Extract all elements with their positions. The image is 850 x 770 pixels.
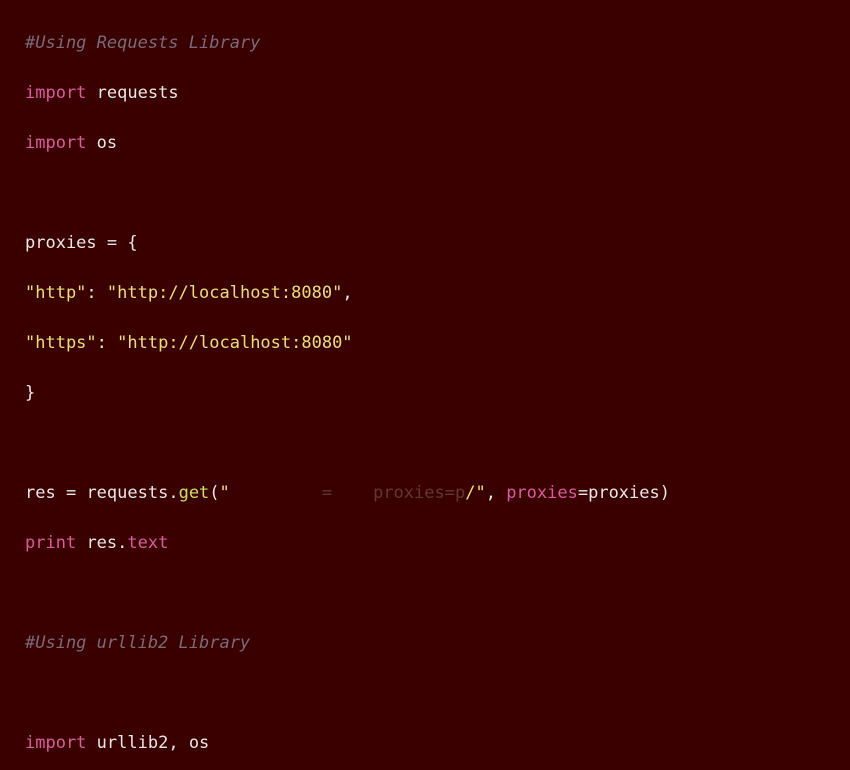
code-line[interactable] <box>25 181 850 206</box>
fn-get: get <box>179 483 210 503</box>
string-key: "https" <box>25 333 97 353</box>
module-os: os <box>97 133 117 153</box>
comma: , <box>486 483 496 503</box>
colon: : <box>97 333 117 353</box>
keyword-import: import <box>25 733 86 753</box>
paren: ( <box>209 483 219 503</box>
keyword-import: import <box>25 83 86 103</box>
code-line[interactable]: proxies = { <box>25 231 850 256</box>
keyword-import: import <box>25 133 86 153</box>
module-urllib2: urllib2 <box>97 733 169 753</box>
brace: } <box>25 383 35 403</box>
code-line[interactable]: print res.text <box>25 531 850 556</box>
ident-proxies: proxies <box>588 483 660 503</box>
attr-text: text <box>127 533 168 553</box>
code-line[interactable] <box>25 581 850 606</box>
code-line[interactable]: import os <box>25 131 850 156</box>
module-os: os <box>189 733 209 753</box>
string-close: /" <box>465 483 485 503</box>
string-val: "http://localhost:8080" <box>107 283 342 303</box>
code-line[interactable]: } <box>25 381 850 406</box>
code-line[interactable]: import requests <box>25 81 850 106</box>
ghost-text: = proxies=p <box>230 483 465 503</box>
colon: : <box>86 283 106 303</box>
operator-eq: = <box>578 483 588 503</box>
comma: , <box>168 733 188 753</box>
code-line[interactable]: #Using urllib2 Library <box>25 631 850 656</box>
dot: . <box>117 533 127 553</box>
code-line[interactable]: "https": "http://localhost:8080" <box>25 331 850 356</box>
string-val: "http://localhost:8080" <box>117 333 352 353</box>
kwarg-proxies: proxies <box>506 483 578 503</box>
code-editor[interactable]: #Using Requests Library import requests … <box>0 0 850 770</box>
operator-eq: = <box>97 233 128 253</box>
code-line[interactable]: "http": "http://localhost:8080", <box>25 281 850 306</box>
dot: . <box>168 483 178 503</box>
code-line[interactable] <box>25 431 850 456</box>
string-open: " <box>220 483 230 503</box>
comma: , <box>342 283 352 303</box>
operator-eq: = <box>56 483 87 503</box>
code-line[interactable] <box>25 681 850 706</box>
module-requests: requests <box>97 83 179 103</box>
ident-proxies: proxies <box>25 233 97 253</box>
comment: #Using urllib2 Library <box>25 633 250 653</box>
code-line[interactable]: #Using Requests Library <box>25 31 850 56</box>
string-key: "http" <box>25 283 86 303</box>
code-line[interactable]: import urllib2, os <box>25 731 850 756</box>
comment: #Using Requests Library <box>25 33 260 53</box>
ident-res: res <box>25 483 56 503</box>
paren: ) <box>660 483 670 503</box>
keyword-print: print <box>25 533 76 553</box>
module-requests: requests <box>86 483 168 503</box>
brace: { <box>127 233 137 253</box>
code-line[interactable]: res = requests.get(" = proxies=p/", prox… <box>25 481 850 506</box>
ident-res: res <box>86 533 117 553</box>
